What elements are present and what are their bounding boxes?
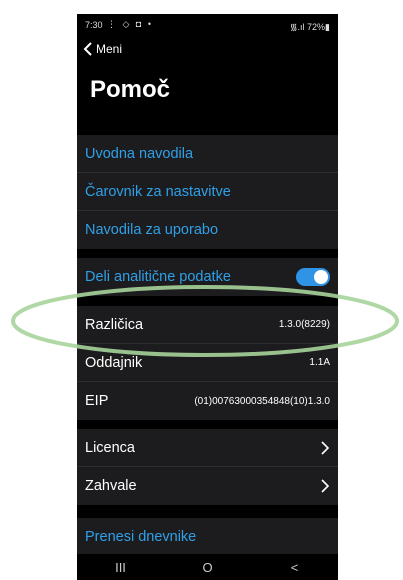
help-links-group: Uvodna navodila Čarovnik za nastavitve N… [77,135,338,249]
chevron-right-icon [320,479,330,493]
logs-group: Prenesi dnevnike [77,518,338,556]
info-group: Različica 1.3.0(8229) Oddajnik 1.1A EIP … [77,306,338,420]
legal-group: Licenca Zahvale [77,429,338,505]
status-bar: 7:30 ⋮ ◇ ◘ • ᯾.ıl 72%▮ [77,14,338,36]
back-label: Meni [96,42,123,56]
analytics-label: Deli analitične podatke [85,269,231,285]
status-notification-icons: ⋮ ◇ ◘ • [107,19,154,29]
status-battery: ᯾.ıl 72%▮ [289,22,330,32]
system-nav-bar: III O < [77,554,338,580]
version-label: Različica [85,316,144,333]
download-logs-label: Prenesi dnevnike [85,529,197,545]
version-value: 1.3.0(8229) [278,319,330,330]
home-button[interactable]: O [193,560,223,575]
back-button[interactable]: Meni [83,40,122,58]
chevron-right-icon [320,440,330,455]
transmitter-value: 1.1A [309,357,330,368]
toggle-knob [314,270,328,284]
license-label: Licenca [85,439,135,456]
transmitter-row: Oddajnik 1.1A [77,344,338,382]
license-row[interactable]: Licenca [77,429,338,467]
version-row: Različica 1.3.0(8229) [77,306,338,344]
analytics-group: Deli analitične podatke [77,258,338,296]
acknowledgements-row[interactable]: Zahvale [77,467,338,505]
status-time: 7:30 [85,20,103,30]
eip-row: EIP (01)00763000354848(10)1.3.0 [77,382,338,420]
user-manual-label: Navodila za uporabo [85,222,219,238]
transmitter-label: Oddajnik [85,354,143,371]
chevron-left-icon [83,42,92,56]
analytics-row: Deli analitične podatke [77,258,338,296]
acknowledgements-label: Zahvale [85,478,137,494]
phone-screen: 7:30 ⋮ ◇ ◘ • ᯾.ıl 72%▮ Meni Pomoč Uvodna… [77,14,338,580]
setup-wizard-label: Čarovnik za nastavitve [85,183,231,200]
recent-apps-button[interactable]: III [106,560,136,575]
system-back-button[interactable]: < [280,560,310,575]
eip-label: EIP [85,393,109,409]
download-logs-link[interactable]: Prenesi dnevnike [77,518,338,556]
analytics-toggle[interactable] [296,268,330,286]
page-title: Pomoč [90,76,171,103]
eip-value: (01)00763000354848(10)1.3.0 [194,395,330,407]
intro-guide-link[interactable]: Uvodna navodila [77,135,338,173]
setup-wizard-link[interactable]: Čarovnik za nastavitve [77,173,338,211]
intro-guide-label: Uvodna navodila [85,145,194,162]
user-manual-link[interactable]: Navodila za uporabo [77,211,338,249]
